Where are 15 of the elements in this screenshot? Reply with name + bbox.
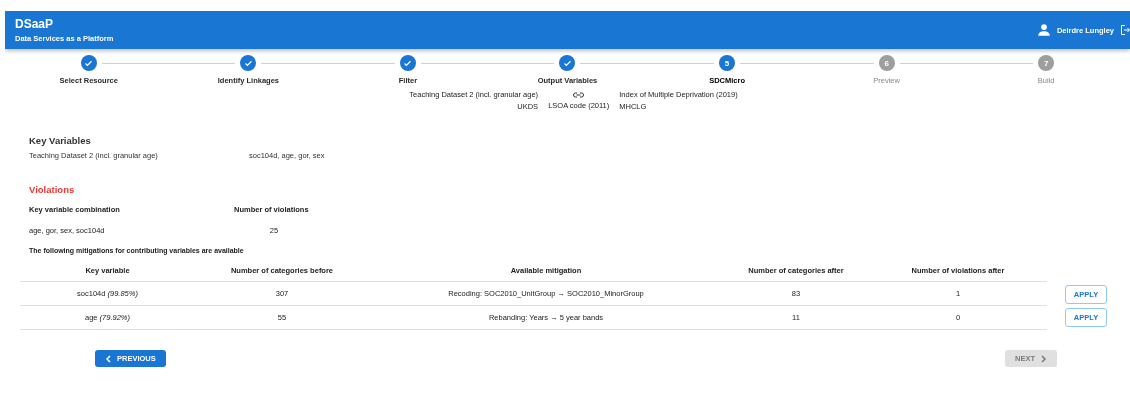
user-icon[interactable] [1036, 23, 1051, 37]
chevron-left-icon [105, 354, 111, 363]
check-icon [563, 58, 572, 68]
section-heading: Key Variables [29, 135, 92, 146]
logout-icon[interactable] [1120, 24, 1130, 36]
link-icon [573, 92, 585, 98]
step-indicator: 7 [1038, 55, 1055, 71]
chevron-right-icon [1041, 354, 1047, 363]
app-title: DSaaP [15, 17, 55, 31]
check-icon [84, 58, 94, 68]
check-icon [243, 58, 253, 68]
step-indicator: 5 [719, 55, 736, 71]
check-icon [403, 58, 413, 68]
step-indicator: 6 [878, 55, 895, 71]
section-heading: Violations [29, 184, 76, 195]
